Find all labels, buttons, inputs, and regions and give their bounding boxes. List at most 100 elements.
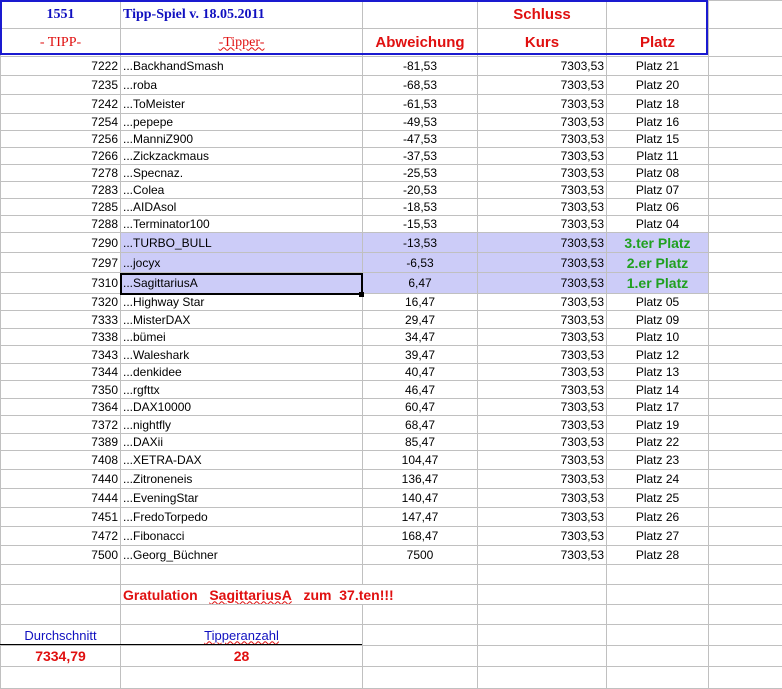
kurs-cell[interactable]: 7303,53 xyxy=(478,508,607,527)
tipper-name-cell[interactable]: ...Fibonacci xyxy=(121,527,363,546)
abweichung-cell[interactable]: 46,47 xyxy=(363,381,478,399)
empty-cell[interactable] xyxy=(709,646,782,667)
empty-cell[interactable] xyxy=(709,489,782,508)
kurs-cell[interactable]: 7303,53 xyxy=(478,399,607,416)
empty-cell[interactable] xyxy=(709,585,782,605)
empty-cell[interactable] xyxy=(709,114,782,131)
tipper-name-cell[interactable]: ...rgfttx xyxy=(121,381,363,399)
tipper-name-cell[interactable]: ...AIDAsol xyxy=(121,199,363,216)
platz-cell[interactable]: 2.er Platz xyxy=(607,253,709,273)
average-label[interactable]: Durchschnitt xyxy=(1,625,121,646)
platz-cell[interactable]: Platz 13 xyxy=(607,364,709,381)
empty-cell[interactable] xyxy=(121,565,363,585)
empty-cell[interactable] xyxy=(121,605,363,625)
kurs-cell[interactable]: 7303,53 xyxy=(478,95,607,114)
tipp-cell[interactable]: 7288 xyxy=(1,216,121,233)
abweichung-cell[interactable]: -81,53 xyxy=(363,57,478,76)
abweichung-cell[interactable]: 104,47 xyxy=(363,451,478,470)
empty-cell[interactable] xyxy=(709,233,782,253)
abweichung-cell[interactable]: -47,53 xyxy=(363,131,478,148)
empty-cell[interactable] xyxy=(607,646,709,667)
kurs-cell[interactable]: 7303,53 xyxy=(478,165,607,182)
kurs-cell[interactable]: 7303,53 xyxy=(478,233,607,253)
platz-cell[interactable]: Platz 28 xyxy=(607,546,709,565)
platz-cell[interactable]: Platz 23 xyxy=(607,451,709,470)
empty-cell[interactable] xyxy=(709,546,782,565)
platz-cell[interactable]: Platz 07 xyxy=(607,182,709,199)
col-platz-header[interactable]: Platz xyxy=(607,29,709,57)
abweichung-cell[interactable]: -15,53 xyxy=(363,216,478,233)
tipp-cell[interactable]: 7290 xyxy=(1,233,121,253)
tipp-cell[interactable]: 7389 xyxy=(1,434,121,451)
platz-cell[interactable]: Platz 27 xyxy=(607,527,709,546)
tipper-name-cell[interactable]: ...Zickzackmaus xyxy=(121,148,363,165)
tipper-name-cell[interactable]: ...BackhandSmash xyxy=(121,57,363,76)
tipp-cell[interactable]: 7242 xyxy=(1,95,121,114)
platz-cell[interactable]: Platz 06 xyxy=(607,199,709,216)
abweichung-cell[interactable]: 39,47 xyxy=(363,346,478,364)
empty-cell[interactable] xyxy=(709,667,782,689)
tipp-cell[interactable]: 7235 xyxy=(1,76,121,95)
empty-cell[interactable] xyxy=(709,165,782,182)
abweichung-cell[interactable]: -37,53 xyxy=(363,148,478,165)
empty-cell[interactable] xyxy=(1,667,121,689)
abweichung-cell[interactable]: 136,47 xyxy=(363,470,478,489)
tipper-name-cell[interactable]: ...ManniZ900 xyxy=(121,131,363,148)
empty-cell[interactable] xyxy=(607,625,709,646)
empty-cell[interactable] xyxy=(709,273,782,294)
tipper-name-cell[interactable]: ...DAX10000 xyxy=(121,399,363,416)
empty-cell[interactable] xyxy=(363,646,478,667)
tipper-name-cell[interactable]: ...Georg_Büchner xyxy=(121,546,363,565)
abweichung-cell[interactable]: 34,47 xyxy=(363,329,478,346)
abweichung-cell[interactable]: 85,47 xyxy=(363,434,478,451)
empty-cell[interactable] xyxy=(709,434,782,451)
kurs-cell[interactable]: 7303,53 xyxy=(478,546,607,565)
kurs-cell[interactable]: 7303,53 xyxy=(478,199,607,216)
tipper-name-cell[interactable]: ...denkidee xyxy=(121,364,363,381)
abweichung-cell[interactable]: 6,47 xyxy=(363,273,478,294)
tipper-name-cell[interactable]: ...ToMeister xyxy=(121,95,363,114)
empty-cell[interactable] xyxy=(709,329,782,346)
kurs-cell[interactable]: 7303,53 xyxy=(478,470,607,489)
abweichung-cell[interactable]: 7500 xyxy=(363,546,478,565)
empty-cell[interactable] xyxy=(709,399,782,416)
tipp-cell[interactable]: 7278 xyxy=(1,165,121,182)
platz-cell[interactable]: Platz 17 xyxy=(607,399,709,416)
empty-cell[interactable] xyxy=(1,565,121,585)
tipper-name-cell[interactable]: ...EveningStar xyxy=(121,489,363,508)
platz-cell[interactable]: Platz 14 xyxy=(607,381,709,399)
empty-cell[interactable] xyxy=(709,199,782,216)
kurs-cell[interactable]: 7303,53 xyxy=(478,434,607,451)
platz-cell[interactable]: 3.ter Platz xyxy=(607,233,709,253)
fill-handle[interactable] xyxy=(359,292,364,297)
empty-cell[interactable] xyxy=(709,1,782,29)
col-tipper-header[interactable]: -Tipper- xyxy=(121,29,363,57)
empty-cell[interactable] xyxy=(709,294,782,311)
schluss-header[interactable]: Schluss xyxy=(478,1,607,29)
tipper-name-cell[interactable]: ...bümei xyxy=(121,329,363,346)
empty-cell[interactable] xyxy=(709,57,782,76)
platz-cell[interactable]: Platz 20 xyxy=(607,76,709,95)
empty-cell[interactable] xyxy=(709,470,782,489)
tipp-cell[interactable]: 7364 xyxy=(1,399,121,416)
empty-cell[interactable] xyxy=(478,646,607,667)
tipper-name-cell[interactable]: ...Colea xyxy=(121,182,363,199)
kurs-cell[interactable]: 7303,53 xyxy=(478,346,607,364)
tipper-name-cell[interactable]: ...FredoTorpedo xyxy=(121,508,363,527)
platz-cell[interactable]: Platz 16 xyxy=(607,114,709,131)
platz-cell[interactable]: Platz 24 xyxy=(607,470,709,489)
platz-cell[interactable]: Platz 12 xyxy=(607,346,709,364)
empty-cell[interactable] xyxy=(709,605,782,625)
platz-cell[interactable]: Platz 08 xyxy=(607,165,709,182)
empty-cell[interactable] xyxy=(363,625,478,646)
empty-cell[interactable] xyxy=(709,364,782,381)
tipp-cell[interactable]: 7350 xyxy=(1,381,121,399)
empty-cell[interactable] xyxy=(709,451,782,470)
tipper-name-cell[interactable]: ...MisterDAX xyxy=(121,311,363,329)
kurs-cell[interactable]: 7303,53 xyxy=(478,216,607,233)
platz-cell[interactable]: Platz 10 xyxy=(607,329,709,346)
kurs-cell[interactable]: 7303,53 xyxy=(478,329,607,346)
abweichung-cell[interactable]: 140,47 xyxy=(363,489,478,508)
count-label-cell[interactable]: Tipperanzahl xyxy=(121,625,363,646)
platz-cell[interactable]: 1.er Platz xyxy=(607,273,709,294)
